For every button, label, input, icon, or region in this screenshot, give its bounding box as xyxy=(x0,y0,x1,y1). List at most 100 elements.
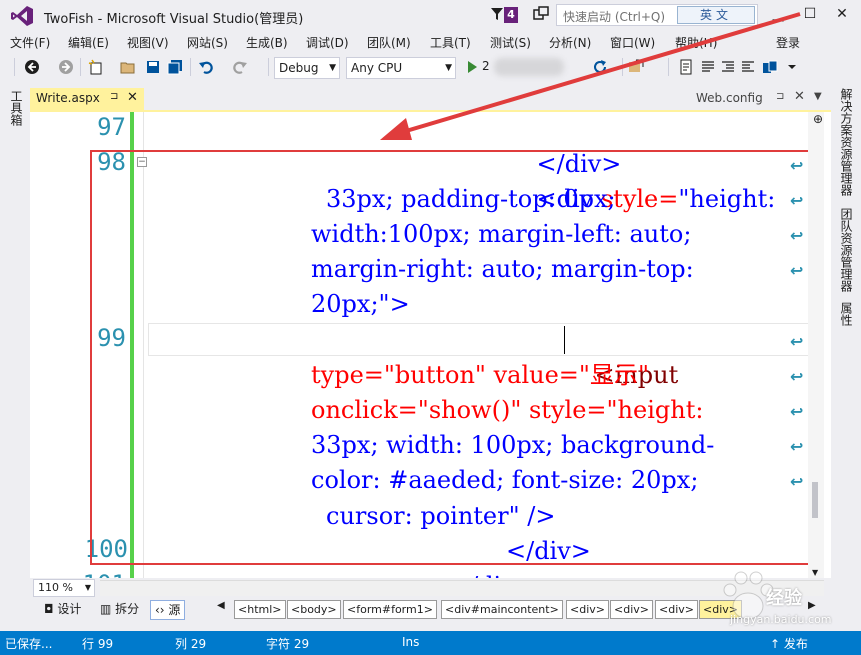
tab-write-aspx-label: Write.aspx xyxy=(36,91,100,105)
pin-icon[interactable]: ⊐ xyxy=(110,91,118,102)
quick-launch-input[interactable]: 快速启动 (Ctrl+Q) xyxy=(563,8,665,25)
tab-source-label: 源 xyxy=(168,603,181,617)
tab-close-icon[interactable]: ✕ xyxy=(794,89,805,104)
new-project-icon[interactable] xyxy=(88,59,104,75)
toolbox-tab[interactable]: 工具箱 xyxy=(9,90,23,126)
browser-link-icon[interactable] xyxy=(628,59,644,75)
standard-toolbar: Debug ▼ Any CPU ▼ xyxy=(0,54,861,82)
toolbar-separator xyxy=(668,58,669,76)
breadcrumb-prev-icon[interactable]: ◀ xyxy=(217,600,225,611)
menu-file[interactable]: 文件(F) xyxy=(10,34,50,51)
menu-debug[interactable]: 调试(D) xyxy=(306,34,349,51)
tab-source[interactable]: ‹› 源 xyxy=(150,600,186,620)
tab-split[interactable]: ▥ 拆分 xyxy=(96,600,143,620)
tab-design[interactable]: ◘ 设计 xyxy=(40,600,85,620)
tab-close-icon[interactable]: ✕ xyxy=(127,90,138,105)
line-number: 97 xyxy=(97,113,126,141)
quick-launch-box[interactable]: 快速启动 (Ctrl+Q) 英文 xyxy=(556,4,758,26)
toolbar-separator xyxy=(80,58,81,76)
breadcrumb-item[interactable]: <div#maincontent> xyxy=(441,600,563,619)
tab-split-label: 拆分 xyxy=(115,602,140,616)
visual-studio-logo-icon xyxy=(11,6,33,26)
tab-web-config[interactable]: Web.config xyxy=(696,91,763,105)
save-icon[interactable] xyxy=(145,59,161,75)
breadcrumb-item[interactable]: <div> xyxy=(566,600,609,619)
status-char: 字符 29 xyxy=(266,637,310,651)
maximize-button[interactable]: ☐ xyxy=(798,4,822,26)
menu-tools[interactable]: 工具(T) xyxy=(430,34,471,51)
solution-configuration-value: Debug xyxy=(279,61,319,75)
tab-list-dropdown-icon[interactable]: ▼ xyxy=(814,91,822,102)
menu-window[interactable]: 窗口(W) xyxy=(610,34,655,51)
navigate-forward-icon[interactable] xyxy=(58,59,74,75)
chevron-down-icon: ▼ xyxy=(84,583,91,592)
menu-analyze[interactable]: 分析(N) xyxy=(549,34,591,51)
save-all-icon[interactable] xyxy=(167,59,183,75)
toolbar-grip xyxy=(14,58,15,76)
menu-edit[interactable]: 编辑(E) xyxy=(68,34,109,51)
open-file-icon[interactable] xyxy=(120,59,136,75)
title-bar: TwoFish - Microsoft Visual Studio(管理员) 4… xyxy=(0,0,861,32)
bookmark-icon[interactable] xyxy=(762,59,778,75)
toolbar-separator xyxy=(190,58,191,76)
refresh-icon[interactable] xyxy=(592,59,608,75)
left-tool-strip xyxy=(0,82,30,631)
notification-count-badge[interactable]: 4 xyxy=(504,7,518,23)
notification-flag-icon[interactable] xyxy=(490,7,504,21)
toolbar-separator xyxy=(622,58,623,76)
toolbar-separator xyxy=(268,58,269,76)
code-line: </div> xyxy=(450,569,535,578)
breadcrumb-item[interactable]: <body> xyxy=(287,600,341,619)
navigate-back-icon[interactable] xyxy=(24,59,40,75)
menu-build[interactable]: 生成(B) xyxy=(246,34,288,51)
menu-team[interactable]: 团队(M) xyxy=(367,34,411,51)
menu-view[interactable]: 视图(V) xyxy=(127,34,169,51)
comment-out-icon[interactable] xyxy=(678,59,694,75)
tab-design-label: 设计 xyxy=(57,602,82,616)
start-debugging-label[interactable]: 2 xyxy=(482,59,490,73)
close-button[interactable]: ✕ xyxy=(830,4,854,26)
design-icon: ◘ xyxy=(44,602,58,616)
menu-test[interactable]: 测试(S) xyxy=(490,34,531,51)
login-link[interactable]: 登录 xyxy=(776,34,800,51)
breadcrumb-item[interactable]: <div> xyxy=(655,600,698,619)
publish-button[interactable]: ↑ 发布 xyxy=(770,635,808,652)
annotation-highlight-box xyxy=(90,150,816,565)
status-line: 行 99 xyxy=(82,637,114,651)
code-editor[interactable]: − 97 98 99 100 101 </div> <div style="he… xyxy=(30,112,831,578)
split-window-icon[interactable]: ⊕ xyxy=(812,112,824,130)
menu-website[interactable]: 网站(S) xyxy=(187,34,228,51)
redacted-area xyxy=(494,58,564,76)
ime-indicator[interactable]: 英文 xyxy=(677,6,755,24)
solution-explorer-tab[interactable]: 解决方案资源管理器 xyxy=(837,88,853,196)
start-debugging-icon[interactable] xyxy=(464,59,480,75)
zoom-dropdown[interactable]: 110 % ▼ xyxy=(33,579,95,597)
watermark-brand: 经验 xyxy=(766,588,802,609)
properties-tab[interactable]: 属性 xyxy=(837,302,853,326)
pin-icon[interactable]: ⊐ xyxy=(776,91,784,102)
menu-help[interactable]: 帮助(H) xyxy=(675,34,717,51)
undo-icon[interactable] xyxy=(198,59,214,75)
chevron-down-icon: ▼ xyxy=(445,63,452,73)
indent-icon[interactable] xyxy=(720,59,736,75)
feedback-icon[interactable] xyxy=(533,6,549,22)
redo-icon[interactable] xyxy=(232,59,248,75)
minimize-button[interactable]: ▁ xyxy=(766,4,790,26)
toolbar-overflow-icon[interactable] xyxy=(784,59,800,75)
watermark-url: jingyan.baidu.com xyxy=(730,613,832,626)
solution-platform-dropdown[interactable]: Any CPU ▼ xyxy=(346,57,456,79)
tab-write-aspx[interactable]: Write.aspx ⊐ ✕ xyxy=(30,88,144,110)
breadcrumb-item[interactable]: <form#form1> xyxy=(343,600,437,619)
team-explorer-tab[interactable]: 团队资源管理器 xyxy=(837,208,853,292)
vertical-scrollbar[interactable]: ▼ xyxy=(808,112,824,578)
breadcrumb-item[interactable]: <div> xyxy=(610,600,653,619)
menu-bar: 文件(F) 编辑(E) 视图(V) 网站(S) 生成(B) 调试(D) 团队(M… xyxy=(0,32,861,54)
chevron-down-icon: ▼ xyxy=(329,63,336,73)
scrollbar-thumb[interactable] xyxy=(812,482,818,518)
status-column: 列 29 xyxy=(175,637,207,651)
uncomment-icon[interactable] xyxy=(700,59,716,75)
breadcrumb-item[interactable]: <html> xyxy=(234,600,286,619)
outdent-icon[interactable] xyxy=(740,59,756,75)
solution-configuration-dropdown[interactable]: Debug ▼ xyxy=(274,57,340,79)
solution-platform-value: Any CPU xyxy=(351,61,403,75)
